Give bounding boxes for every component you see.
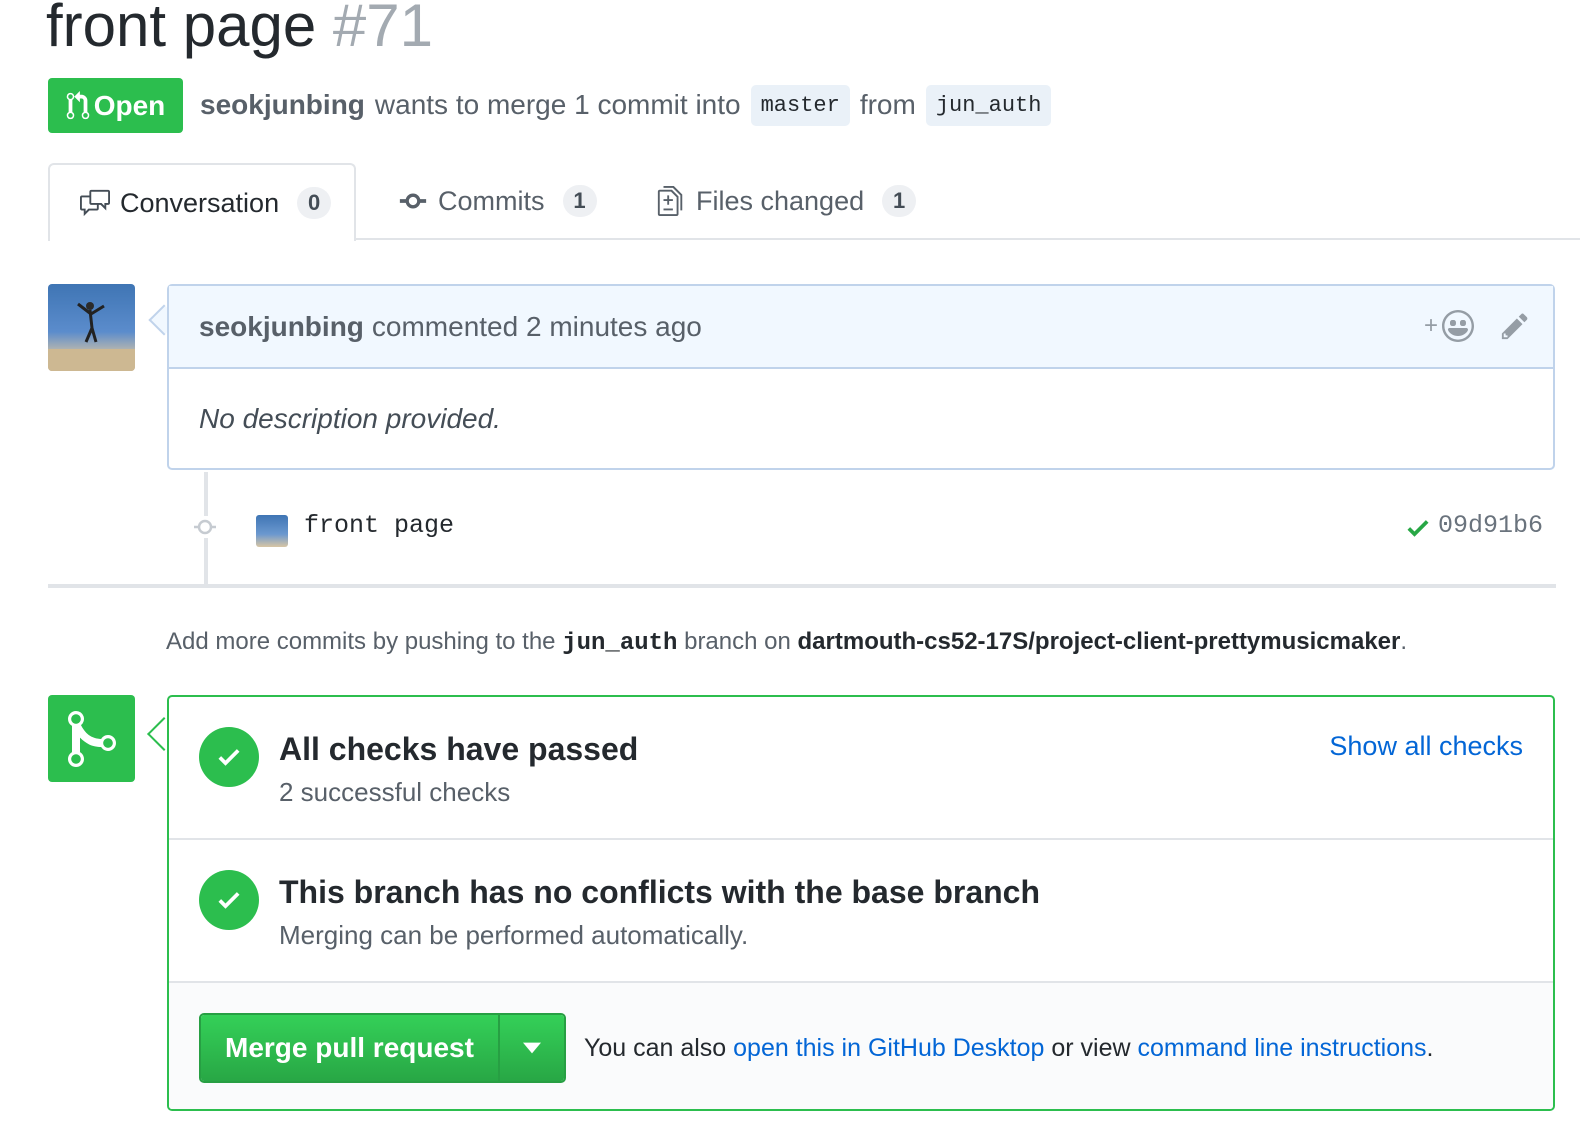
merge-footer: Merge pull request You can also open thi… <box>169 983 1553 1109</box>
push-help-suffix: . <box>1400 628 1408 655</box>
commit-sha-link[interactable]: 09d91b6 <box>1438 511 1543 540</box>
tab-conversation-count: 0 <box>297 187 332 219</box>
file-diff-icon <box>657 186 683 216</box>
merge-status-icon-box <box>48 695 135 782</box>
git-merge-icon <box>67 710 116 767</box>
tab-conversation-label: Conversation <box>120 187 280 218</box>
pr-author-link[interactable]: seokjunbing <box>200 89 365 121</box>
command-line-instructions-link[interactable]: command line instructions <box>1138 1034 1427 1062</box>
push-help-branch: jun_auth <box>562 630 678 657</box>
check-icon <box>218 892 240 909</box>
push-help-prefix: Add more commits by pushing to the <box>166 628 556 655</box>
merge-panel: All checks have passed 2 successful chec… <box>167 695 1555 1111</box>
conflicts-status-circle <box>199 870 259 930</box>
pr-title: front page <box>46 0 317 59</box>
merge-method-dropdown[interactable] <box>497 1015 564 1081</box>
merge-description: wants to merge 1 commit into <box>374 89 741 120</box>
triangle-down-icon <box>522 1042 541 1054</box>
merge-button-group: Merge pull request <box>199 1013 566 1083</box>
base-branch[interactable]: master <box>750 84 850 126</box>
open-in-desktop-link[interactable]: open this in GitHub Desktop <box>733 1034 1044 1062</box>
pull-request-icon <box>66 90 89 119</box>
checks-status-circle <box>199 727 259 787</box>
tab-commits-label: Commits <box>438 185 545 216</box>
merge-note: You can also open this in GitHub Desktop… <box>584 1034 1434 1063</box>
comment-actions: + <box>1424 310 1530 342</box>
comment-body: No description provided. <box>199 403 501 434</box>
checks-section: All checks have passed 2 successful chec… <box>169 697 1553 840</box>
conversation-icon <box>80 189 110 217</box>
merge-pull-request-button[interactable]: Merge pull request <box>201 1015 498 1081</box>
plus-icon: + <box>1423 312 1438 339</box>
check-icon <box>218 749 240 766</box>
conflicts-subtitle: Merging can be performed automatically. <box>279 920 749 950</box>
pr-meta: seokjunbing wants to merge 1 commit into… <box>200 80 1052 130</box>
commit-author-avatar[interactable] <box>256 515 288 547</box>
push-help-repo: dartmouth-cs52-17S/project-client-pretty… <box>797 628 1401 655</box>
edit-pencil-icon[interactable] <box>1500 311 1530 341</box>
checks-subtitle: 2 successful checks <box>279 777 511 807</box>
conflicts-title: This branch has no conflicts with the ba… <box>279 874 1041 910</box>
push-help-middle: branch on <box>684 628 791 655</box>
tab-files-changed[interactable]: Files changed 1 <box>654 163 917 239</box>
checks-title: All checks have passed <box>279 731 639 767</box>
merge-note-prefix: You can also <box>583 1033 727 1062</box>
smiley-icon <box>1442 310 1474 342</box>
comment-header: seokjunbing commented 2 minutes ago <box>169 286 1553 369</box>
commit-node-icon <box>194 516 216 538</box>
tab-conversation[interactable]: Conversation 0 <box>48 163 356 241</box>
timeline-divider <box>48 584 1556 588</box>
tab-files-changed-label: Files changed <box>696 185 865 216</box>
show-all-checks-link[interactable]: Show all checks <box>1329 731 1523 762</box>
commit-icon <box>399 193 427 209</box>
comment-timestamp[interactable]: commented 2 minutes ago <box>372 311 702 343</box>
add-reaction-button[interactable]: + <box>1424 310 1474 342</box>
state-badge-open: Open <box>48 78 183 133</box>
conflicts-section: This branch has no conflicts with the ba… <box>169 840 1553 983</box>
push-help-text: Add more commits by pushing to the jun_a… <box>166 628 1407 657</box>
tab-commits-count: 1 <box>562 185 597 217</box>
avatar[interactable] <box>48 284 135 371</box>
page-title: front page #71 <box>46 0 433 66</box>
pr-number: #71 <box>332 0 433 59</box>
state-label: Open <box>93 89 166 121</box>
tab-files-changed-count: 1 <box>882 185 917 217</box>
head-branch[interactable]: jun_auth <box>925 84 1052 126</box>
merge-note-suffix: . <box>1426 1033 1434 1062</box>
comment-box: seokjunbing commented 2 minutes ago No d… <box>167 284 1555 470</box>
merge-note-middle: or view <box>1051 1033 1131 1062</box>
check-icon[interactable] <box>1404 514 1432 542</box>
tab-commits[interactable]: Commits 1 <box>396 163 597 239</box>
avatar-figure-icon <box>48 302 135 371</box>
comment-author[interactable]: seokjunbing <box>199 311 364 343</box>
from-text: from <box>859 89 916 120</box>
commit-message-link[interactable]: front page <box>304 511 454 540</box>
